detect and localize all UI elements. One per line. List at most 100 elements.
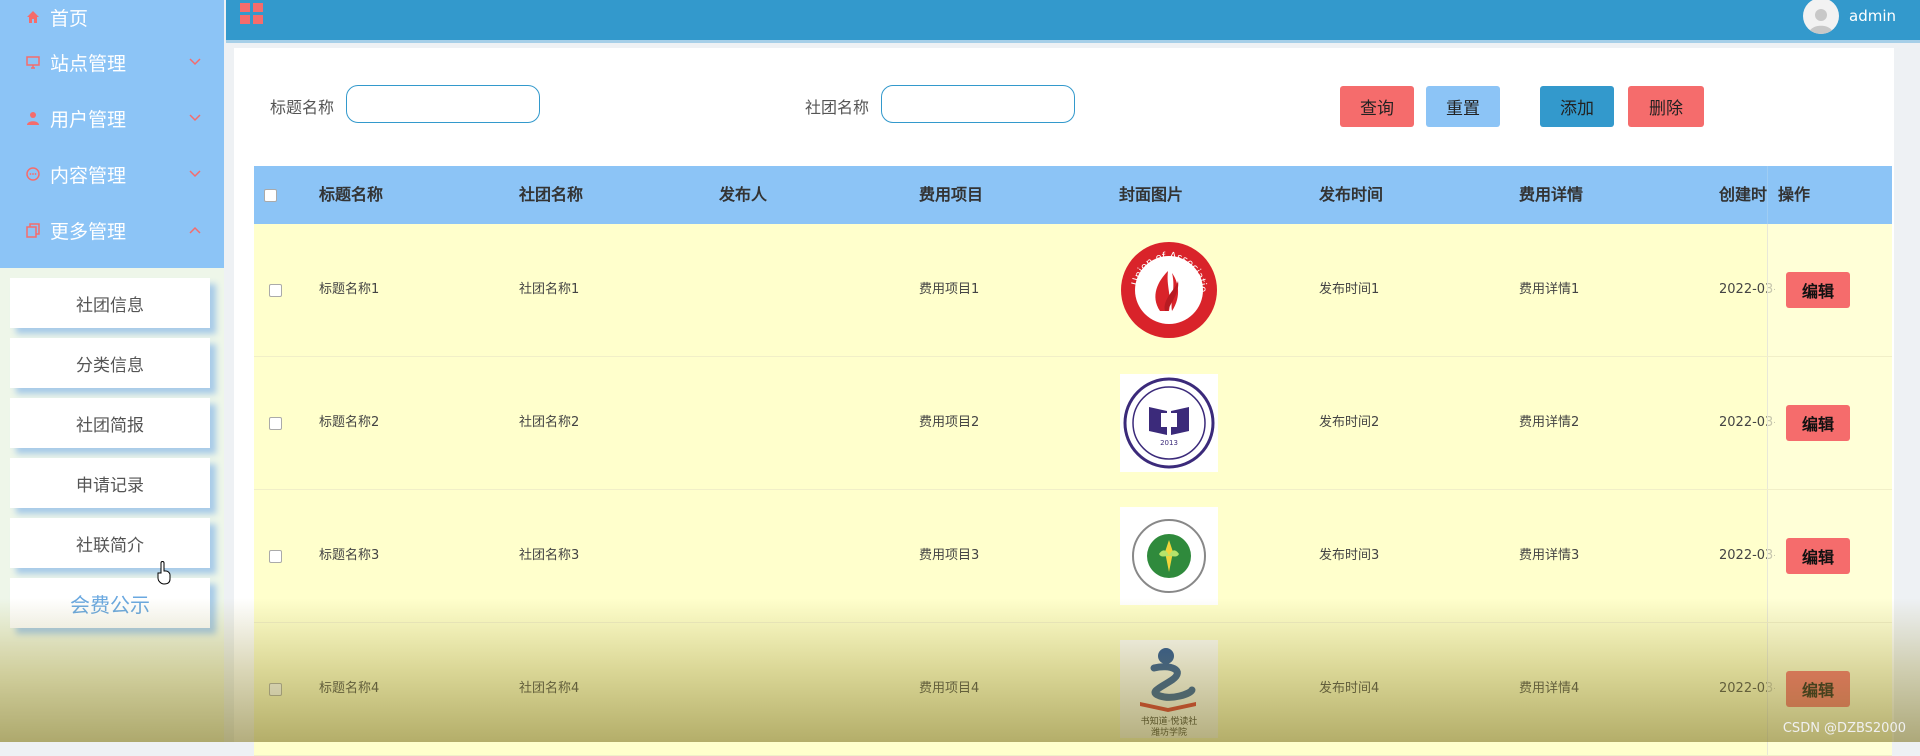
avatar (1803, 0, 1839, 34)
sidebar-item-label: 用户管理 (50, 108, 127, 131)
cover-image: 书知道·悦读社 潍坊学院 (1120, 640, 1218, 738)
logo-text: 书知道·悦读社 (1141, 715, 1198, 727)
cell-title: 标题名称1 (319, 282, 380, 297)
cell-item: 费用项目4 (919, 681, 980, 696)
column-header: 操作 (1778, 185, 1811, 204)
cell-item: 费用项目1 (919, 282, 980, 297)
user-icon (24, 109, 42, 127)
chevron-down-icon (189, 114, 201, 122)
home-icon (24, 8, 42, 26)
sidebar-item-home[interactable]: 首页 (0, 0, 224, 34)
submenu-item-category[interactable]: 分类信息 (10, 338, 210, 388)
table-header: 标题名称 社团名称 发布人 费用项目 封面图片 发布时间 费用详情 创建时间 操… (254, 166, 1892, 224)
sidebar-item-site[interactable]: 站点管理 (0, 34, 224, 90)
row-checkbox[interactable] (269, 284, 282, 297)
submenu-item-application[interactable]: 申请记录 (10, 458, 210, 508)
row-checkbox[interactable] (269, 683, 282, 696)
delete-button[interactable]: 删除 (1628, 86, 1704, 127)
sidebar-item-content[interactable]: 内容管理 (0, 146, 224, 202)
club-search-label: 社团名称 (805, 98, 870, 117)
column-header: 费用项目 (919, 185, 984, 204)
user-menu[interactable]: admin (1803, 0, 1896, 34)
green-emblem-logo (1132, 519, 1206, 593)
reading-club-logo: 书知道·悦读社 潍坊学院 (1140, 648, 1198, 738)
logo-text: 2013 (1160, 439, 1178, 447)
watermark: CSDN @DZBS2000 (1782, 721, 1906, 736)
table-row: 标题名称2 社团名称2 费用项目2 2013 发布时间2 费用详情2 2022-… (254, 357, 1892, 490)
reset-button[interactable]: 重置 (1426, 86, 1500, 127)
sidebar: 首页 站点管理 用户管理 内容管理 更多管理 社团信息 分类信息 社团简报 申请… (0, 0, 224, 742)
column-header: 社团名称 (519, 185, 584, 204)
submenu-item-fees[interactable]: 会费公示 (10, 578, 210, 628)
title-search-input[interactable] (346, 85, 540, 123)
action-column-header: 操作 (1767, 166, 1892, 224)
cell-title: 标题名称4 (319, 681, 380, 696)
cell-club: 社团名称4 (519, 681, 580, 696)
username: admin (1849, 7, 1896, 25)
book-seal-logo: 2013 (1123, 377, 1215, 469)
sidebar-item-label: 内容管理 (50, 164, 127, 187)
sidebar-item-label: 首页 (50, 7, 89, 30)
edit-button[interactable]: 编辑 (1786, 405, 1850, 441)
union-of-association-logo: Union of Association (1120, 241, 1217, 338)
cover-image: 2013 (1120, 374, 1218, 472)
cell-title: 标题名称3 (319, 548, 380, 563)
sidebar-item-users[interactable]: 用户管理 (0, 90, 224, 146)
cover-image: Union of Association (1120, 241, 1218, 339)
cell-detail: 费用详情2 (1519, 415, 1580, 430)
cell-item: 费用项目2 (919, 415, 980, 430)
query-button[interactable]: 查询 (1340, 86, 1414, 127)
column-header: 发布时间 (1319, 185, 1384, 204)
title-search-label: 标题名称 (270, 98, 335, 117)
table-row: 标题名称4 社团名称4 费用项目4 书知道·悦读社 潍坊学院 发布时间4 费用详… (254, 623, 1892, 756)
column-header: 标题名称 (319, 185, 384, 204)
table-row: 标题名称3 社团名称3 费用项目3 发布时间3 费用详情3 2022-03- 编… (254, 490, 1892, 623)
row-checkbox[interactable] (269, 417, 282, 430)
cell-detail: 费用详情3 (1519, 548, 1580, 563)
chevron-down-icon (189, 170, 201, 178)
cell-publish-time: 发布时间3 (1319, 548, 1380, 563)
logo-text: 潍坊学院 (1151, 726, 1187, 738)
column-header: 发布人 (719, 185, 768, 204)
cell-publish-time: 发布时间2 (1319, 415, 1380, 430)
grid-menu-icon[interactable] (240, 3, 264, 25)
sidebar-item-label: 站点管理 (50, 52, 127, 75)
add-button[interactable]: 添加 (1540, 86, 1614, 127)
cell-title: 标题名称2 (319, 415, 380, 430)
cell-item: 费用项目3 (919, 548, 980, 563)
action-cell: 编辑 (1767, 224, 1892, 356)
cell-publish-time: 发布时间1 (1319, 282, 1380, 297)
chat-icon (24, 165, 42, 183)
cell-publish-time: 发布时间4 (1319, 681, 1380, 696)
sidebar-menu: 首页 站点管理 用户管理 内容管理 更多管理 (0, 0, 224, 258)
action-cell: 编辑 (1767, 357, 1892, 489)
submenu-item-federation[interactable]: 社联简介 (10, 518, 210, 568)
copy-icon (24, 221, 42, 239)
edit-button[interactable]: 编辑 (1786, 272, 1850, 308)
chevron-down-icon (189, 58, 201, 66)
submenu-item-briefing[interactable]: 社团简报 (10, 398, 210, 448)
cover-image (1120, 507, 1218, 605)
chevron-up-icon (189, 226, 201, 234)
monitor-icon (24, 53, 42, 71)
top-bar: admin (226, 0, 1920, 43)
cell-detail: 费用详情4 (1519, 681, 1580, 696)
data-table: 标题名称 社团名称 发布人 费用项目 封面图片 发布时间 费用详情 创建时间 操… (254, 166, 1892, 756)
edit-button[interactable]: 编辑 (1786, 671, 1850, 707)
action-cell: 编辑 (1767, 490, 1892, 622)
cell-club: 社团名称1 (519, 282, 580, 297)
column-header: 封面图片 (1119, 185, 1184, 204)
submenu: 社团信息 分类信息 社团简报 申请记录 社联简介 会费公示 (0, 268, 224, 742)
cell-club: 社团名称2 (519, 415, 580, 430)
hand-cursor-icon (157, 561, 171, 585)
column-header: 费用详情 (1519, 185, 1584, 204)
submenu-item-club-info[interactable]: 社团信息 (10, 278, 210, 328)
select-all-checkbox[interactable] (264, 189, 277, 202)
cell-detail: 费用详情1 (1519, 282, 1580, 297)
sidebar-item-more[interactable]: 更多管理 (0, 202, 224, 258)
club-search-input[interactable] (881, 85, 1075, 123)
edit-button[interactable]: 编辑 (1786, 538, 1850, 574)
cell-club: 社团名称3 (519, 548, 580, 563)
row-checkbox[interactable] (269, 550, 282, 563)
table-row: 标题名称1 社团名称1 费用项目1 Union of Association 发… (254, 224, 1892, 357)
